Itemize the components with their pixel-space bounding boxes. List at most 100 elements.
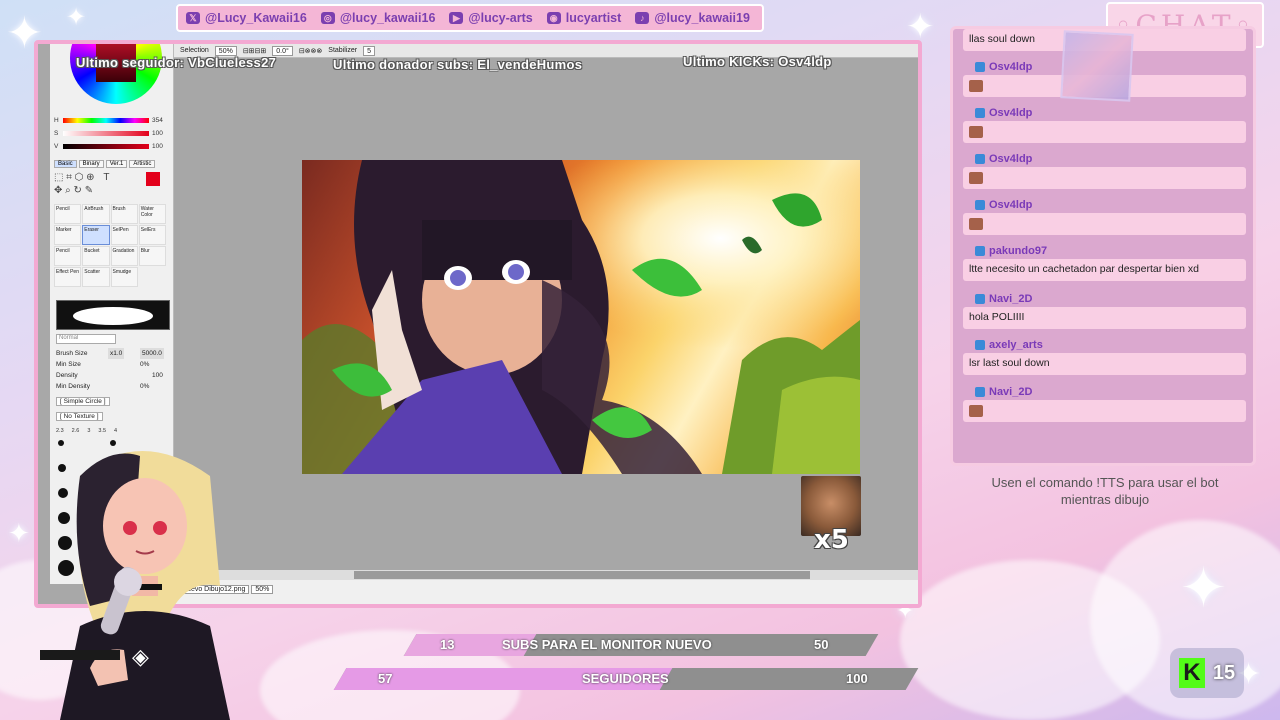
social-link[interactable]: ♪ @lucy_kawaii19 <box>635 11 750 25</box>
brush-shape-select[interactable]: [ Simple Circle ] <box>56 397 110 406</box>
brush-tab[interactable]: Basic <box>54 160 77 168</box>
zoom-input[interactable]: 50% <box>214 45 237 56</box>
sparkle-icon: ✦ <box>8 518 30 548</box>
color-wheel[interactable] <box>70 44 162 106</box>
chat-username-row: Navi_2D <box>963 384 1246 400</box>
brush-tool-slot[interactable]: Effect Pen <box>54 267 82 287</box>
hsv-row: V 100 <box>54 140 172 153</box>
goal-current: 57 <box>378 671 393 686</box>
status-bar: Nuevo Dibujo12.png 50% <box>174 580 918 604</box>
brush-tool-slot[interactable]: Smudge <box>110 267 138 287</box>
angle-input[interactable]: 0.0° <box>272 45 293 56</box>
social-link[interactable]: ◉ lucyartist <box>546 11 621 25</box>
chat-badge-icon <box>975 154 985 164</box>
hsv-slider[interactable] <box>63 118 149 123</box>
chat-badge-icon <box>975 340 985 350</box>
brush-tool-slot[interactable]: Eraser <box>82 225 110 245</box>
brush-tabs: Basic Binary Ver.1 Artistic <box>54 160 172 168</box>
artwork-canvas[interactable] <box>302 160 860 474</box>
chat-username[interactable]: pakundo97 <box>989 245 1047 257</box>
brush-size-value[interactable]: 5000.0 <box>140 348 164 359</box>
artwork-illustration <box>302 160 860 474</box>
min-density-label: Min Density <box>56 383 90 390</box>
chat-text: lsr last soul down <box>963 353 1246 375</box>
stabilizer-label: Stabilizer <box>328 47 358 54</box>
social-link[interactable]: ◎ @lucy_kawaii16 <box>320 11 435 25</box>
hsv-slider[interactable] <box>63 131 149 136</box>
stabilizer-input[interactable]: 5 <box>363 45 375 56</box>
density-value[interactable]: 100 <box>152 370 163 381</box>
instagram-icon: ◎ <box>320 12 335 24</box>
brush-tool-slot[interactable]: Pencil <box>54 246 82 266</box>
brush-size-mult[interactable]: x1.0 <box>108 348 125 359</box>
rotate-buttons[interactable]: ⊟⊗⊗⊗ <box>299 47 322 55</box>
brush-tool-slot[interactable]: Marker <box>54 225 82 245</box>
brush-tab[interactable]: Artistic <box>129 160 156 168</box>
chat-username-row: Osv4ldp <box>963 151 1246 167</box>
brush-tool-slot[interactable]: SelErs <box>138 225 166 245</box>
brush-tool-slot[interactable]: SelPen <box>110 225 138 245</box>
chat-text <box>963 121 1246 143</box>
text-tool-icon[interactable]: T <box>103 172 109 183</box>
selection-label[interactable]: Selection <box>180 47 209 54</box>
brush-tab[interactable]: Ver.1 <box>105 160 128 168</box>
hsv-value[interactable]: 100 <box>152 130 163 137</box>
kick-logo-icon: K <box>1178 658 1205 688</box>
hsv-label: V <box>54 143 59 150</box>
brush-tool-slot[interactable]: Bucket <box>82 246 110 266</box>
brush-size-presets: 2.3 2.6 3 3.5 4 <box>56 428 170 434</box>
blend-mode-select[interactable]: Normal <box>56 334 116 344</box>
brush-shape-preview <box>56 300 170 330</box>
brush-tool-slot[interactable]: Gradation <box>110 246 138 266</box>
chat-text <box>963 167 1246 189</box>
size-preset[interactable]: 2.3 <box>56 428 64 434</box>
chat-username[interactable]: Osv4ldp <box>989 199 1032 211</box>
chat-emote-icon <box>969 218 983 230</box>
scrollbar-thumb[interactable] <box>354 571 810 579</box>
brush-tool-slot[interactable]: Scatter <box>82 267 110 287</box>
brush-texture-select[interactable]: [ No Texture ] <box>56 412 103 421</box>
chat-badge-icon <box>975 246 985 256</box>
chat-username[interactable]: Navi_2D <box>989 293 1032 305</box>
chat-username[interactable]: Osv4ldp <box>989 153 1032 165</box>
hsv-value[interactable]: 354 <box>152 117 163 124</box>
zoom-buttons[interactable]: ⊟⊞⊟⊞ <box>243 47 266 55</box>
size-preset[interactable]: 3.5 <box>98 428 106 434</box>
hsv-slider[interactable] <box>63 144 149 149</box>
chat-badge-icon <box>975 108 985 118</box>
chat-message: pakundo97 ltte necesito un cachetadon par… <box>963 243 1246 281</box>
brush-tool-slot[interactable]: Blur <box>138 246 166 266</box>
kick-count: 15 <box>1212 661 1236 684</box>
chat-username[interactable]: Navi_2D <box>989 386 1032 398</box>
hsv-row: S 100 <box>54 127 172 140</box>
min-size-label: Min Size <box>56 361 81 368</box>
horizontal-scrollbar[interactable] <box>174 570 918 580</box>
sparkle-icon: ✦ <box>66 4 87 31</box>
hsv-sliders: H 354 S 100 V 100 <box>54 114 172 153</box>
social-handle: @Lucy_Kawaii16 <box>205 11 307 25</box>
select-rect-icon[interactable]: ⬚ ⌗ ⬡ ⊕ <box>54 172 95 183</box>
chat-username[interactable]: Osv4ldp <box>989 107 1032 119</box>
hsv-value[interactable]: 100 <box>152 143 163 150</box>
brush-tool-slot[interactable]: Pencil <box>54 204 82 224</box>
chat-message: axely_artslsr last soul down <box>963 337 1246 375</box>
move-icon[interactable]: ✥ ⌕ ↻ ✎ <box>54 185 93 196</box>
primary-color-swatch[interactable] <box>146 172 160 186</box>
chat-text <box>963 400 1246 422</box>
size-preset[interactable]: 3 <box>87 428 90 434</box>
chat-username-row: axely_arts <box>963 337 1246 353</box>
brush-tab[interactable]: Binary <box>78 160 104 168</box>
brush-tool-slot[interactable]: Water Color <box>138 204 166 224</box>
min-size-value[interactable]: 0% <box>140 359 149 370</box>
size-preset[interactable]: 2.6 <box>72 428 80 434</box>
social-link[interactable]: ▶ @lucy-arts <box>449 11 533 25</box>
sparkle-icon: ✦ <box>906 8 935 46</box>
brush-tool-slot[interactable]: AirBrush <box>82 204 110 224</box>
chat-username[interactable]: Osv4ldp <box>989 61 1032 73</box>
min-density-value[interactable]: 0% <box>140 381 149 392</box>
brush-tool-slot[interactable]: Brush <box>110 204 138 224</box>
chat-username[interactable]: axely_arts <box>989 339 1043 351</box>
social-link[interactable]: 𝕏 @Lucy_Kawaii16 <box>186 11 307 25</box>
size-preset[interactable]: 4 <box>114 428 117 434</box>
chat-badge-icon <box>975 200 985 210</box>
